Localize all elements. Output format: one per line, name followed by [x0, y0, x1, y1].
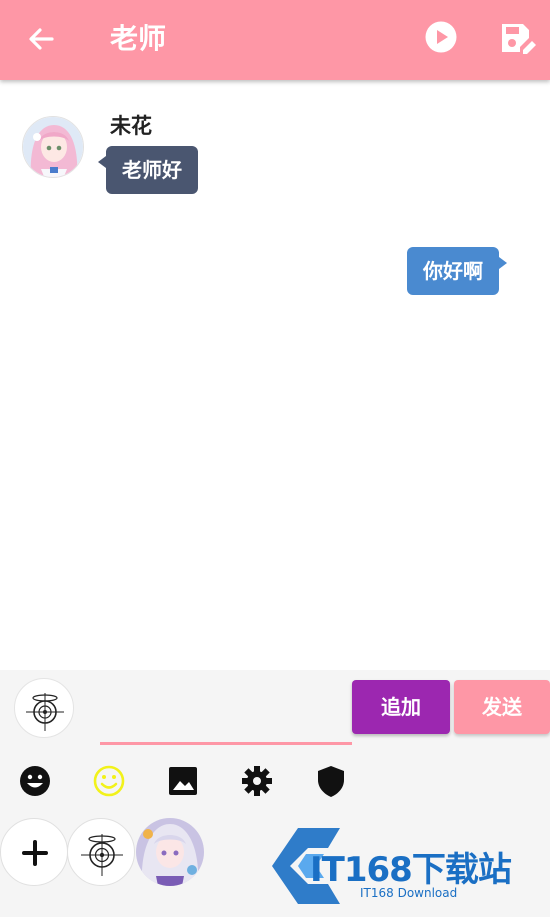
image-icon[interactable]: [166, 764, 200, 798]
composer-panel: 追加 发送 IT168下载站 IT168 Download: [0, 670, 550, 917]
watermark-subtext: IT168 Download: [360, 886, 458, 900]
emoji-yellow-icon[interactable]: [92, 764, 126, 798]
chat-area: 未花 老师好 你好啊: [0, 80, 550, 670]
app-root: 老师 未花 老师好 你好啊 追加 发送 IT168下载站 IT168 Downl…: [0, 0, 550, 917]
input-underline: [100, 742, 352, 745]
add-character-button[interactable]: [0, 818, 68, 886]
crosshair-halo-icon: [81, 834, 123, 876]
sender-avatar[interactable]: [14, 678, 74, 738]
message-input[interactable]: [100, 692, 350, 738]
page-title: 老师: [110, 22, 167, 55]
message-text: 你好啊: [423, 259, 483, 283]
sensei-avatar[interactable]: [67, 818, 135, 886]
avatar[interactable]: [22, 116, 84, 178]
gear-icon[interactable]: [240, 764, 274, 798]
top-app-bar: 老师: [0, 0, 550, 80]
crosshair-halo-icon: [26, 693, 64, 731]
character-portrait-icon: [23, 117, 83, 177]
bubble-tail: [98, 156, 106, 168]
plus-icon: [22, 840, 48, 866]
emoji-black-icon[interactable]: [18, 764, 52, 798]
character-avatar[interactable]: [136, 818, 204, 886]
shield-icon[interactable]: [314, 764, 348, 798]
watermark-text: IT168下载站: [310, 850, 512, 890]
arrow-left-icon[interactable]: [22, 20, 60, 58]
sender-name: 未花: [110, 114, 152, 138]
message-text: 老师好: [122, 158, 182, 182]
send-button[interactable]: 发送: [454, 680, 550, 734]
bubble-tail: [499, 257, 507, 269]
character-portrait-icon: [136, 818, 204, 886]
message-bubble-right[interactable]: 你好啊: [407, 247, 507, 295]
message-bubble-left[interactable]: 老师好: [98, 146, 198, 194]
add-button[interactable]: 追加: [352, 680, 450, 734]
save-edit-icon[interactable]: [496, 18, 536, 58]
play-circle-icon[interactable]: [424, 20, 458, 54]
